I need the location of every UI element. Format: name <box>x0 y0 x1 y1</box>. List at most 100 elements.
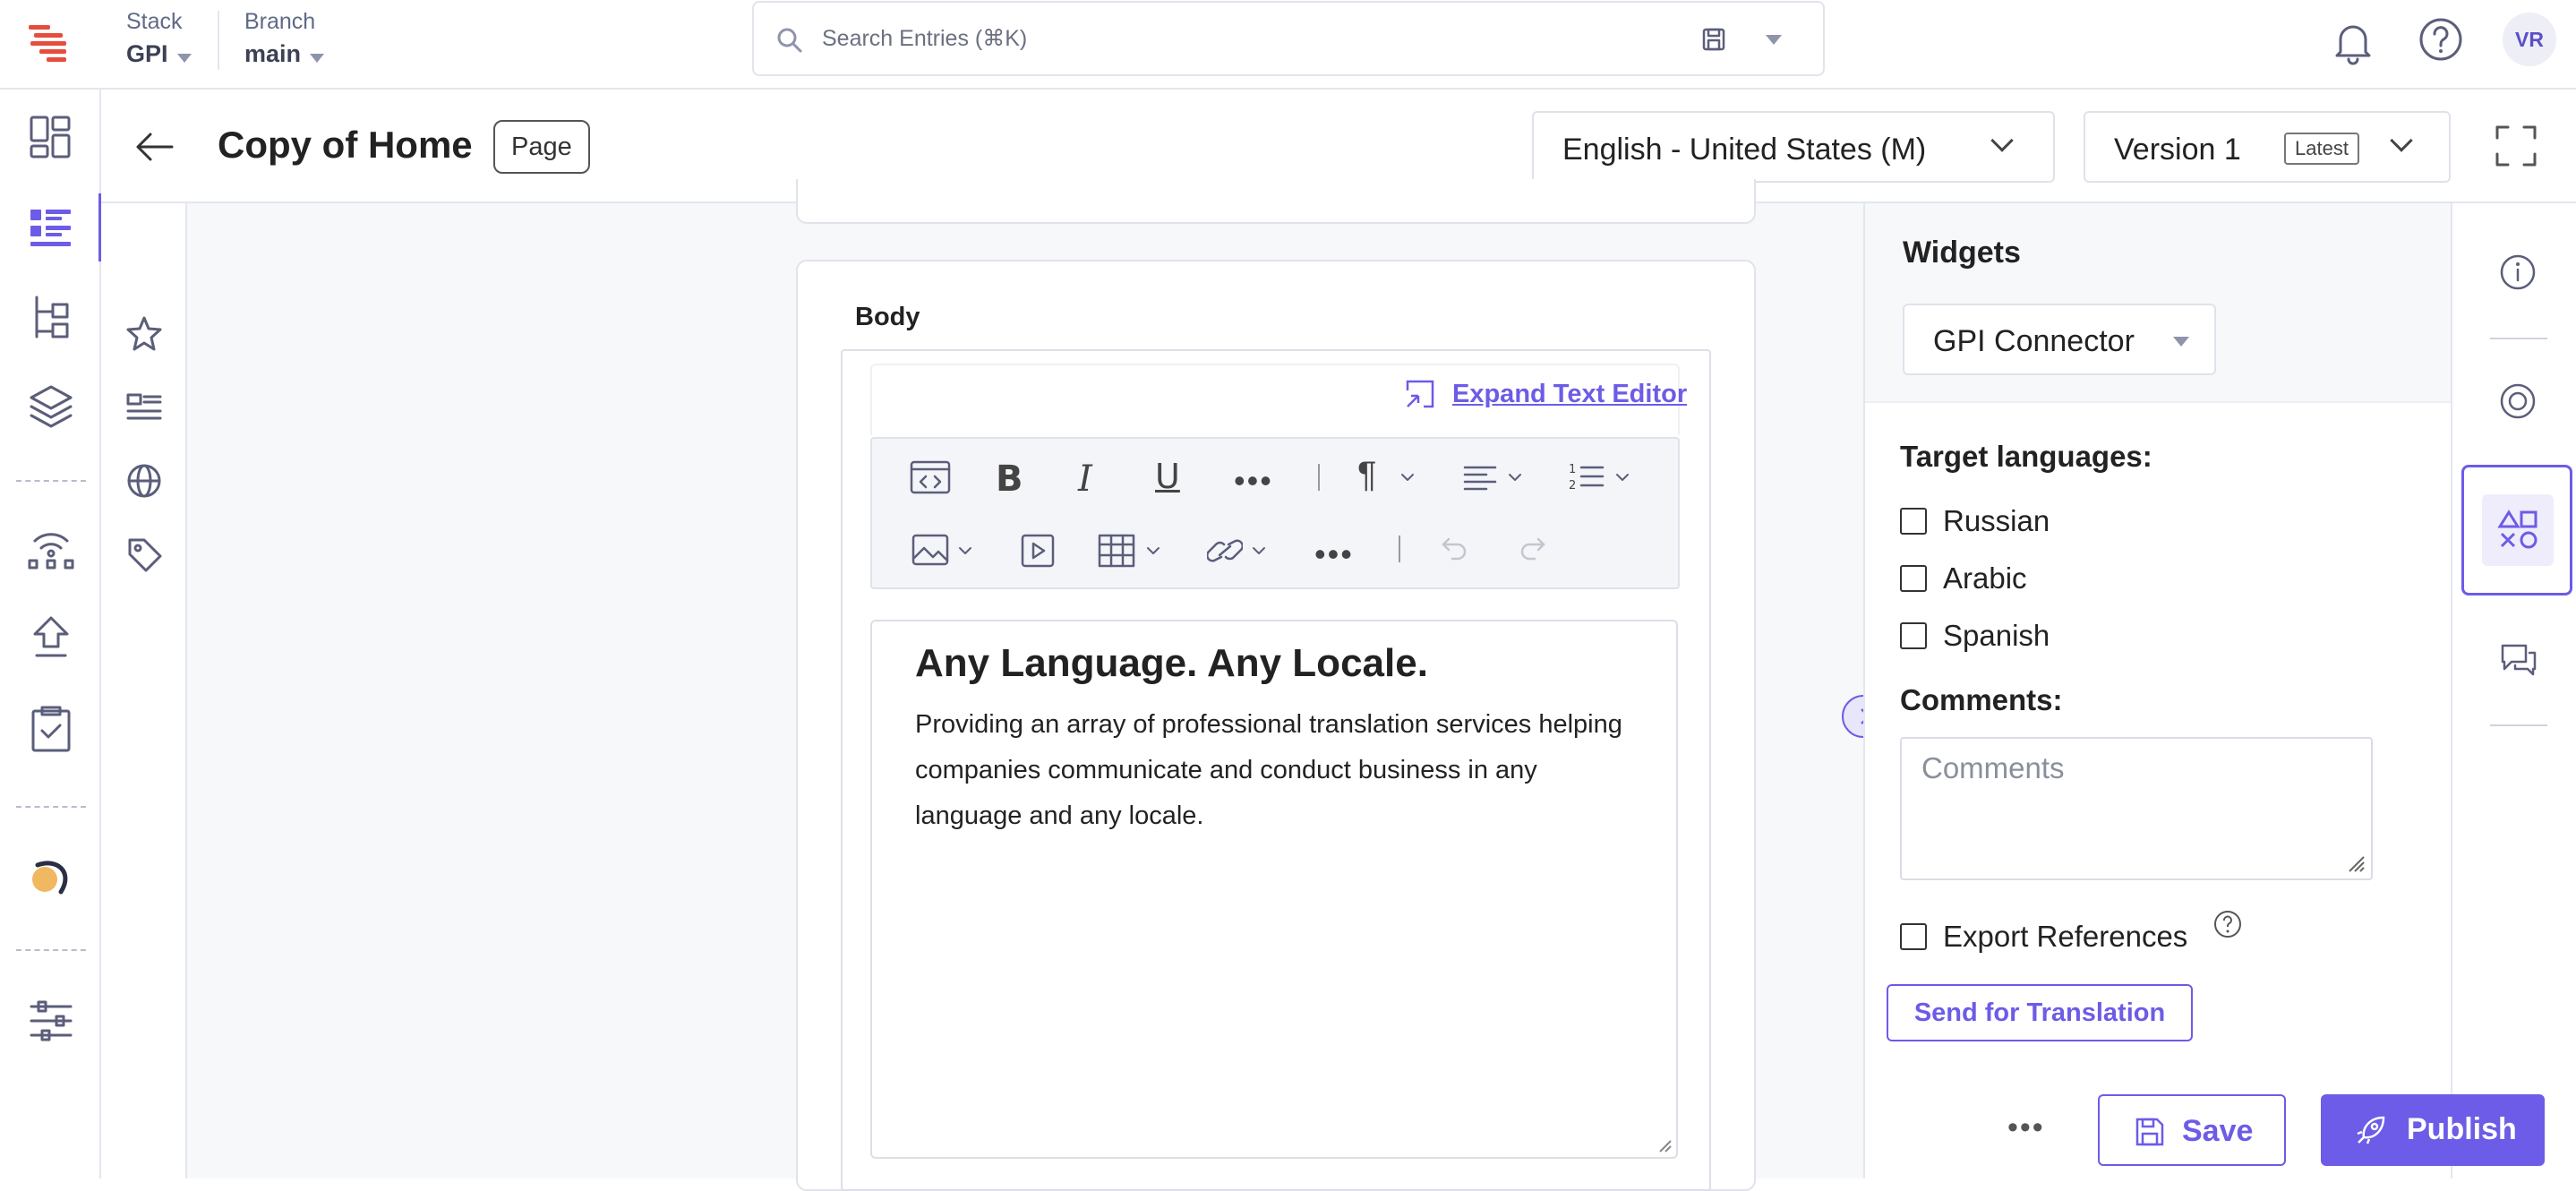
chevron-down-icon <box>2390 129 2413 152</box>
fullscreen-icon[interactable] <box>2494 124 2538 168</box>
align-left-icon[interactable] <box>1463 464 1497 491</box>
entries-icon[interactable] <box>26 202 76 253</box>
more-format-icon[interactable]: ••• <box>1234 462 1273 500</box>
marketplace-app-icon[interactable] <box>25 853 75 903</box>
widgets-panel: Widgets GPI Connector Target languages: … <box>1863 203 2451 1178</box>
notification-bell-icon[interactable] <box>2328 16 2378 66</box>
export-references-option[interactable]: Export References <box>1900 920 2312 955</box>
send-for-translation-button[interactable]: Send for Translation <box>1887 984 2193 1041</box>
language-label: Spanish <box>1943 619 2050 652</box>
comments-label: Comments: <box>1900 683 2063 716</box>
chevron-down-icon <box>2173 337 2189 347</box>
checkbox[interactable] <box>1900 622 1927 649</box>
stack-selector[interactable]: Stack GPI <box>126 9 192 68</box>
checkbox[interactable] <box>1900 508 1927 535</box>
comments-placeholder: Comments <box>1921 751 2065 784</box>
saved-search-icon[interactable] <box>1700 26 1727 53</box>
chevron-down-icon[interactable] <box>1615 473 1630 482</box>
locale-selector[interactable]: English - United States (M) <box>1532 111 2055 183</box>
image-icon[interactable] <box>911 534 949 566</box>
branch-label: Branch <box>244 9 316 34</box>
app-logo[interactable] <box>25 18 75 68</box>
code-block-icon[interactable] <box>910 460 951 496</box>
globe-icon[interactable] <box>124 461 164 501</box>
divider <box>2490 338 2547 339</box>
checkbox[interactable] <box>1900 565 1927 592</box>
comments-textarea[interactable]: Comments <box>1900 737 2373 880</box>
italic-icon[interactable]: I <box>1078 458 1092 500</box>
chevron-down-icon <box>310 53 325 63</box>
search-bar[interactable]: Search Entries (⌘K) <box>752 1 1825 76</box>
references-icon[interactable] <box>2499 382 2537 420</box>
export-references-label: Export References <box>1943 920 2188 953</box>
branch-selector[interactable]: Branch main <box>244 9 325 68</box>
settings-sliders-icon[interactable] <box>26 996 76 1046</box>
divider <box>16 806 86 808</box>
publish-button[interactable]: Publish <box>2321 1094 2545 1166</box>
chevron-down-icon[interactable] <box>1252 546 1266 555</box>
publish-label: Publish <box>2407 1112 2517 1146</box>
dashboard-icon[interactable] <box>26 112 76 162</box>
assets-layers-icon[interactable] <box>26 381 76 432</box>
back-arrow-icon[interactable] <box>133 127 175 167</box>
content-models-icon[interactable] <box>26 292 76 342</box>
divider <box>16 949 86 951</box>
tag-icon[interactable] <box>124 535 164 574</box>
resize-handle-icon[interactable] <box>2346 853 2366 873</box>
locale-value: English - United States (M) <box>1562 133 1927 167</box>
search-input[interactable]: Search Entries (⌘K) <box>822 25 1027 52</box>
more-actions-button[interactable]: ••• <box>2007 1110 2045 1145</box>
fields-list-icon[interactable] <box>124 388 164 427</box>
chevron-down-icon <box>176 53 192 63</box>
redo-icon[interactable] <box>1519 536 1547 562</box>
more-insert-icon[interactable]: ••• <box>1314 536 1354 573</box>
chevron-down-icon[interactable] <box>1400 473 1415 482</box>
svg-text:1: 1 <box>1569 463 1576 476</box>
stack-label: Stack <box>126 9 183 34</box>
toolbar-divider <box>1399 536 1400 562</box>
resize-handle-icon[interactable] <box>1656 1137 1673 1153</box>
version-selector[interactable]: Version 1 Latest <box>2084 111 2451 183</box>
help-icon[interactable] <box>2212 909 2243 939</box>
widget-selector[interactable]: GPI Connector <box>1903 304 2216 375</box>
save-label: Save <box>2182 1114 2254 1148</box>
content-heading: Any Language. Any Locale. <box>915 641 1428 685</box>
table-icon[interactable] <box>1098 534 1135 568</box>
avatar[interactable]: VR <box>2503 13 2556 66</box>
link-icon[interactable] <box>1207 534 1243 568</box>
star-icon[interactable] <box>124 314 164 354</box>
widgets-header: Widgets GPI Connector <box>1865 203 2451 403</box>
paragraph-icon[interactable]: ¶ <box>1357 455 1376 495</box>
widgets-tab-bg <box>2482 494 2554 566</box>
underline-icon[interactable]: U <box>1155 457 1180 496</box>
help-icon[interactable] <box>2416 14 2466 64</box>
chevron-down-icon[interactable] <box>1146 546 1160 555</box>
expand-text-editor-link[interactable]: Expand Text Editor <box>1452 380 1687 409</box>
chevron-down-icon[interactable] <box>1766 35 1782 45</box>
checkbox[interactable] <box>1900 923 1927 950</box>
info-icon[interactable] <box>2499 253 2537 291</box>
divider <box>2490 724 2547 726</box>
editor-content[interactable]: Any Language. Any Locale. Providing an a… <box>870 620 1678 1159</box>
version-value: Version 1 <box>2114 133 2241 167</box>
chevron-down-icon[interactable] <box>1508 473 1522 482</box>
undo-icon[interactable] <box>1440 536 1468 562</box>
ordered-list-icon[interactable]: 12 <box>1569 460 1605 493</box>
webhooks-icon[interactable] <box>26 521 76 571</box>
bold-icon[interactable]: B <box>996 458 1023 500</box>
save-button[interactable]: Save <box>2098 1094 2286 1166</box>
publish-queue-icon[interactable] <box>26 613 76 663</box>
field-label: Body <box>855 303 920 331</box>
widgets-tab[interactable] <box>2461 465 2572 596</box>
content-type-badge: Page <box>493 120 590 174</box>
language-label: Russian <box>1943 504 2050 537</box>
left-nav <box>0 90 102 1178</box>
video-icon[interactable] <box>1021 534 1055 568</box>
comments-chat-icon[interactable] <box>2499 642 2538 678</box>
top-bar: Stack GPI Branch main Search Entries (⌘K… <box>0 0 2576 90</box>
chevron-down-icon[interactable] <box>958 546 972 555</box>
expand-icon[interactable] <box>1404 378 1436 410</box>
divider <box>16 480 86 482</box>
tasks-clipboard-icon[interactable] <box>26 704 76 754</box>
chevron-down-icon <box>1990 129 2014 152</box>
